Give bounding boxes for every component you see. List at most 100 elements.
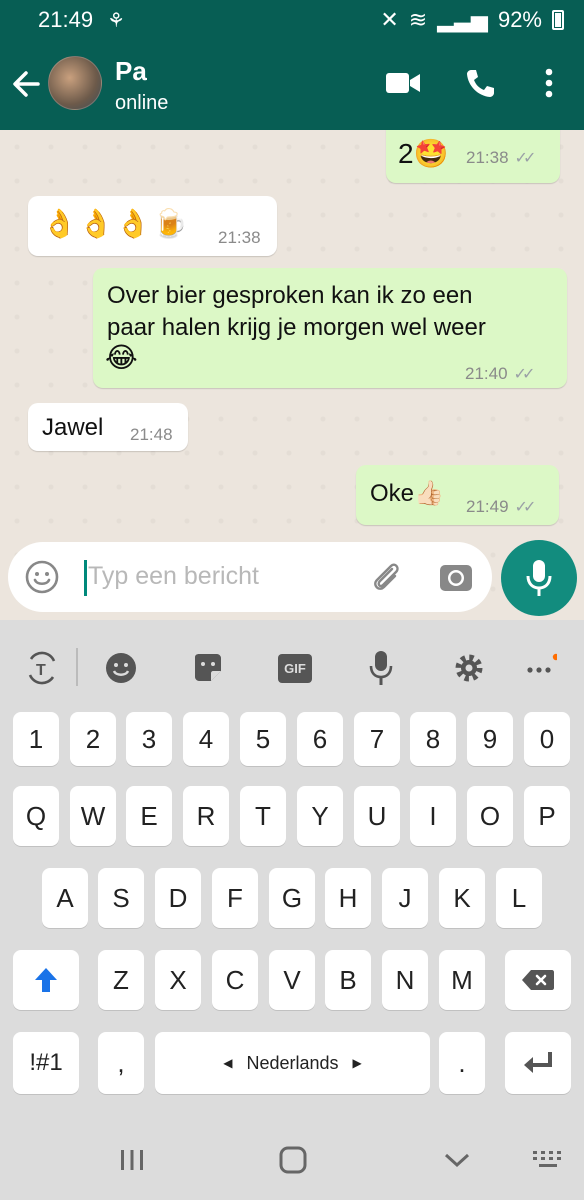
double-check-icon: ✓✓ xyxy=(513,366,536,383)
key-v[interactable]: V xyxy=(269,950,315,1010)
key-0[interactable]: 0 xyxy=(524,712,570,766)
message-outgoing[interactable]: Over bier gesproken kan ik zo een paar h… xyxy=(93,268,567,388)
emoji-icon xyxy=(106,653,136,683)
key-f[interactable]: F xyxy=(212,868,258,928)
menu-button[interactable] xyxy=(526,60,572,106)
key-d[interactable]: D xyxy=(155,868,201,928)
space-key[interactable]: ◀ Nederlands ▶ xyxy=(155,1032,430,1094)
home-button[interactable] xyxy=(278,1146,308,1174)
message-time: 21:48 xyxy=(130,425,173,444)
more-options-button[interactable] xyxy=(520,648,560,688)
comma-key[interactable]: , xyxy=(98,1032,144,1094)
back-nav-button[interactable] xyxy=(443,1150,471,1170)
key-e[interactable]: E xyxy=(126,786,172,846)
microphone-icon xyxy=(526,560,552,596)
text-mode-button[interactable]: T xyxy=(22,648,62,688)
key-k[interactable]: K xyxy=(439,868,485,928)
message-text: 2🤩 xyxy=(398,138,449,169)
attach-button[interactable] xyxy=(368,559,404,595)
key-q[interactable]: Q xyxy=(13,786,59,846)
keyboard: T GIF 1 2 3 4 5 6 7 8 9 0 Q W E R T Y U … xyxy=(0,620,584,1200)
voice-input-button[interactable] xyxy=(361,648,401,688)
message-outgoing[interactable]: Oke👍🏻 21:49 ✓✓ xyxy=(356,465,559,525)
text-recognition-icon: T xyxy=(28,651,56,685)
status-right: ✕ ≋ ▂▃▅ 92% xyxy=(380,7,564,33)
symbols-key[interactable]: !#1 xyxy=(13,1032,79,1094)
paperclip-icon xyxy=(374,563,399,590)
key-u[interactable]: U xyxy=(354,786,400,846)
battery-icon xyxy=(552,10,564,30)
video-camera-icon xyxy=(386,73,420,93)
key-4[interactable]: 4 xyxy=(183,712,229,766)
message-outgoing[interactable]: 2🤩 21:38 ✓✓ xyxy=(386,130,560,183)
key-j[interactable]: J xyxy=(382,868,428,928)
key-i[interactable]: I xyxy=(410,786,456,846)
backspace-key[interactable] xyxy=(505,950,571,1010)
key-t[interactable]: T xyxy=(240,786,286,846)
key-z[interactable]: Z xyxy=(98,950,144,1010)
back-button[interactable] xyxy=(10,64,44,104)
emoji-button[interactable] xyxy=(24,559,60,595)
key-b[interactable]: B xyxy=(325,950,371,1010)
sticker-button[interactable] xyxy=(188,648,228,688)
avatar[interactable] xyxy=(48,56,102,110)
key-1[interactable]: 1 xyxy=(13,712,59,766)
key-a[interactable]: A xyxy=(42,868,88,928)
message-time: 21:38 xyxy=(466,148,509,167)
emoji-keyboard-button[interactable] xyxy=(101,648,141,688)
recent-apps-button[interactable] xyxy=(118,1148,146,1172)
key-l[interactable]: L xyxy=(496,868,542,928)
key-8[interactable]: 8 xyxy=(410,712,456,766)
message-time: 21:38 xyxy=(218,228,261,247)
chevron-right-icon: ▶ xyxy=(352,1056,362,1070)
chevron-left-icon: ◀ xyxy=(223,1056,233,1070)
key-x[interactable]: X xyxy=(155,950,201,1010)
key-c[interactable]: C xyxy=(212,950,258,1010)
sticker-icon xyxy=(195,654,221,681)
message-composer: Typ een bericht xyxy=(8,542,492,612)
key-s[interactable]: S xyxy=(98,868,144,928)
language-label: Nederlands xyxy=(246,1052,339,1073)
key-y[interactable]: Y xyxy=(297,786,343,846)
double-check-icon: ✓✓ xyxy=(514,150,537,167)
key-h[interactable]: H xyxy=(325,868,371,928)
more-vert-icon xyxy=(545,68,553,98)
period-key[interactable]: . xyxy=(439,1032,485,1094)
key-6[interactable]: 6 xyxy=(297,712,343,766)
key-9[interactable]: 9 xyxy=(467,712,513,766)
home-icon xyxy=(279,1146,307,1174)
key-2[interactable]: 2 xyxy=(70,712,116,766)
message-incoming[interactable]: 👌👌👌🍺 21:38 xyxy=(28,196,277,256)
smiley-icon xyxy=(25,560,59,594)
voice-message-button[interactable] xyxy=(501,540,577,616)
message-emoji: 😂 xyxy=(105,342,138,373)
message-text: Over bier gesproken kan ik zo een paar h… xyxy=(107,282,486,341)
message-text: 👌👌👌🍺 xyxy=(42,208,190,239)
signal-icon: ▂▃▅ xyxy=(437,7,488,32)
shift-key[interactable] xyxy=(13,950,79,1010)
key-p[interactable]: P xyxy=(524,786,570,846)
video-call-button[interactable] xyxy=(380,60,426,106)
contact-name[interactable]: Pa xyxy=(115,56,147,87)
key-r[interactable]: R xyxy=(183,786,229,846)
message-incoming[interactable]: Jawel 21:48 xyxy=(28,403,188,451)
keyboard-switch-button[interactable] xyxy=(532,1150,564,1170)
keyboard-settings-button[interactable] xyxy=(449,648,489,688)
key-3[interactable]: 3 xyxy=(126,712,172,766)
voice-call-button[interactable] xyxy=(457,60,503,106)
key-o[interactable]: O xyxy=(467,786,513,846)
gif-button[interactable]: GIF xyxy=(275,648,315,688)
key-g[interactable]: G xyxy=(269,868,315,928)
message-input[interactable]: Typ een bericht xyxy=(88,562,259,591)
text-cursor xyxy=(84,560,87,596)
battery-percent: 92% xyxy=(497,7,542,32)
key-m[interactable]: M xyxy=(439,950,485,1010)
camera-button[interactable] xyxy=(438,559,474,595)
message-time: 21:49 xyxy=(466,497,509,516)
key-w[interactable]: W xyxy=(70,786,116,846)
key-7[interactable]: 7 xyxy=(354,712,400,766)
message-time: 21:40 xyxy=(465,364,508,383)
enter-key[interactable] xyxy=(505,1032,571,1094)
key-n[interactable]: N xyxy=(382,950,428,1010)
key-5[interactable]: 5 xyxy=(240,712,286,766)
